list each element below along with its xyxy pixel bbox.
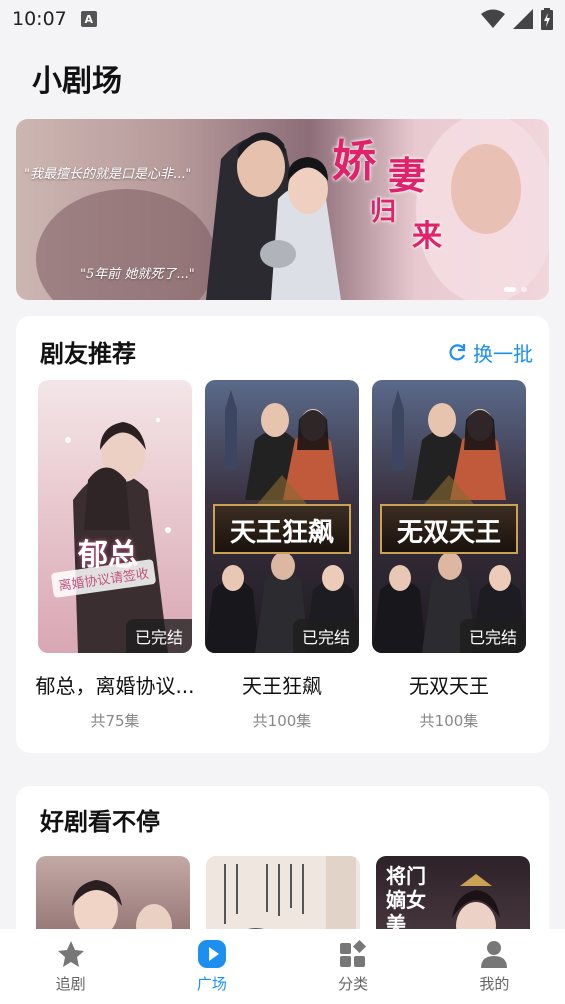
poster-card[interactable]: 无双天王 已完结 [372, 380, 526, 653]
status-bar: 10:07 A [0, 0, 565, 38]
tab-following[interactable]: 追剧 [0, 929, 141, 1004]
signal-icon [513, 9, 533, 29]
show-title[interactable]: 郁总，离婚协议... [35, 670, 195, 699]
episode-count: 共100集 [419, 712, 479, 730]
wifi-icon [481, 9, 505, 28]
banner-title-char-3: 归 [370, 197, 397, 227]
promo-banner[interactable]: "我最擅长的就是口是心非..." "5年前 她就死了..." 娇 妻 归 来 [16, 119, 549, 300]
poster-card[interactable]: 郁总 离婚协议请签收 已完结 [38, 380, 192, 653]
poster-card[interactable]: 天王狂飙 已完结 [205, 380, 359, 653]
battery-icon [541, 8, 553, 30]
user-icon [481, 941, 508, 968]
nonstop-section: 好剧看不停 将门嫡女美 [16, 786, 549, 946]
nonstop-title: 好剧看不停 [40, 808, 160, 836]
notification-icon: A [80, 11, 97, 27]
play-icon [197, 940, 226, 968]
refresh-icon [449, 343, 466, 360]
tab-label: 追剧 [55, 975, 86, 993]
tab-label: 分类 [338, 975, 369, 993]
banner-title-char-4: 来 [412, 219, 442, 254]
tab-profile[interactable]: 我的 [424, 929, 565, 1004]
tab-plaza[interactable]: 广场 [141, 929, 282, 1004]
banner-dot [521, 287, 527, 292]
show-title[interactable]: 无双天王 [369, 670, 529, 699]
status-icons [481, 8, 553, 30]
category-icon [340, 940, 367, 967]
refresh-button[interactable]: 换一批 [447, 338, 533, 367]
poster-art [65, 418, 171, 653]
status-badge: 已完结 [292, 619, 359, 653]
banner-dot-active [504, 287, 516, 292]
banner-quote-1: "我最擅长的就是口是心非..." [24, 167, 192, 182]
status-time: 10:07 [12, 8, 67, 30]
episode-count: 共100集 [252, 712, 312, 730]
banner-title-char-1: 娇 [332, 136, 376, 187]
status-badge: 已完结 [125, 619, 192, 653]
tab-label: 广场 [196, 975, 227, 993]
poster-logo: 天王狂飙 [229, 518, 335, 548]
star-icon [57, 941, 84, 967]
poster-logo: 无双天王 [396, 518, 502, 548]
page-title: 小剧场 [32, 64, 122, 99]
recommend-title: 剧友推荐 [40, 340, 136, 368]
status-badge: 已完结 [459, 619, 526, 653]
bottom-tab-bar: 追剧 广场 分类 我的 [0, 929, 565, 1004]
show-title[interactable]: 天王狂飙 [202, 670, 362, 699]
banner-pagination [504, 287, 527, 292]
tab-label: 我的 [479, 975, 510, 993]
refresh-label: 换一批 [473, 342, 533, 366]
tab-category[interactable]: 分类 [283, 929, 424, 1004]
banner-quote-2: "5年前 她就死了..." [80, 267, 195, 282]
episode-count: 共75集 [90, 712, 140, 730]
recommend-section: 剧友推荐 换一批 郁总 离婚协议请签收 已完结 天王狂飙 已完结 无双天王 已完… [16, 316, 549, 753]
